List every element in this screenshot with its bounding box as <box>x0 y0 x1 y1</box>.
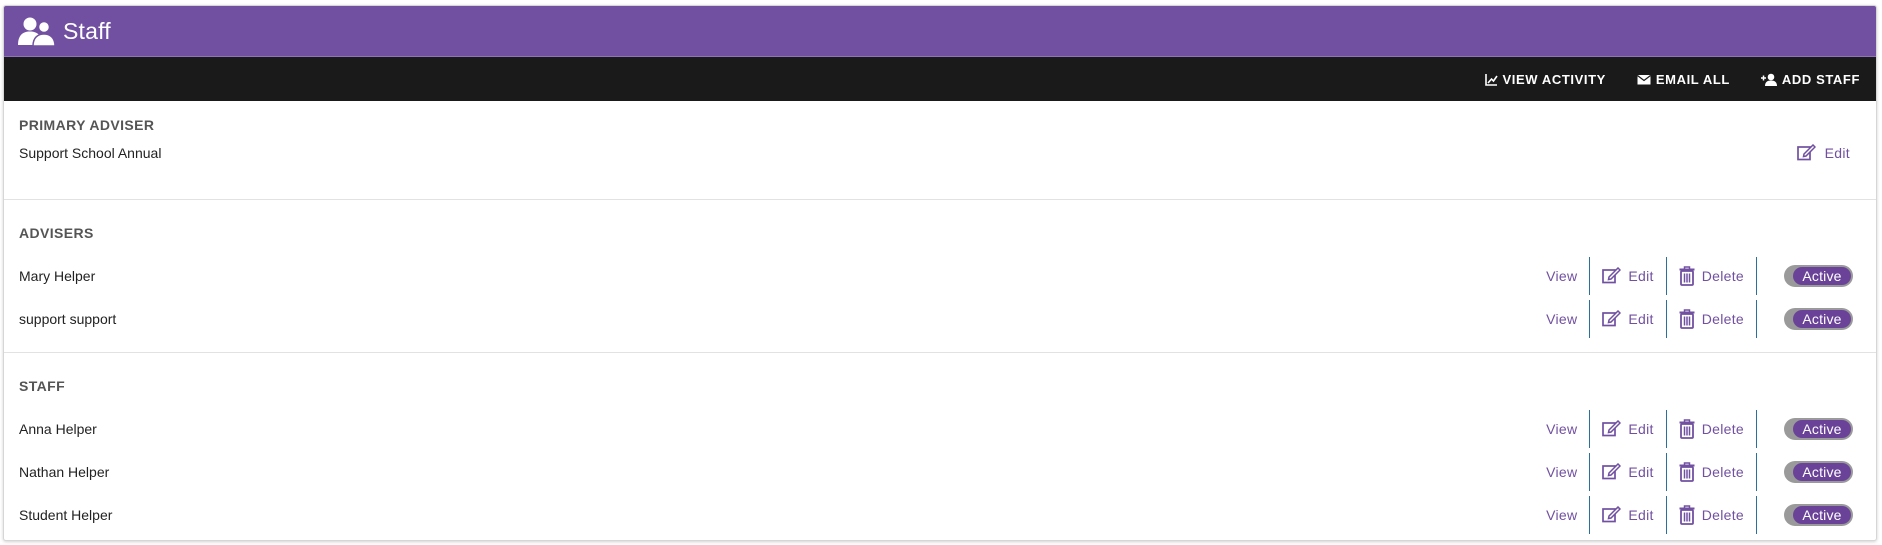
table-row: Anna Helper View Edit Delete Active <box>4 407 1876 450</box>
edit-label: Edit <box>1628 506 1654 523</box>
delete-button[interactable]: Delete <box>1667 308 1756 329</box>
status-toggle[interactable]: Active <box>1784 307 1853 330</box>
divider <box>1756 256 1757 295</box>
email-all-label: EMAIL ALL <box>1655 71 1730 87</box>
staff-name: Support School Annual <box>19 144 162 161</box>
advisers-section: ADVISERS Mary Helper View Edit Delete Ac… <box>4 200 1876 353</box>
trash-icon <box>1679 308 1695 329</box>
view-label: View <box>1546 463 1578 480</box>
trash-icon <box>1679 461 1695 482</box>
chart-icon <box>1484 73 1498 86</box>
trash-icon <box>1679 418 1695 439</box>
section-title: STAFF <box>19 378 66 394</box>
email-all-button[interactable]: EMAIL ALL <box>1637 72 1730 87</box>
add-staff-button[interactable]: ADD STAFF <box>1760 71 1860 87</box>
status-badge: Active <box>1793 266 1851 285</box>
section-title: PRIMARY ADVISER <box>19 117 155 133</box>
delete-label: Delete <box>1701 420 1744 437</box>
staff-panel: Staff VIEW ACTIVITY EMAIL ALL ADD STAFF <box>3 5 1877 541</box>
divider <box>1756 409 1757 448</box>
status-toggle[interactable]: Active <box>1784 503 1853 526</box>
edit-icon <box>1796 144 1816 161</box>
users-icon <box>18 14 58 48</box>
delete-button[interactable]: Delete <box>1667 461 1756 482</box>
edit-button[interactable]: Edit <box>1590 506 1665 523</box>
add-user-icon <box>1760 73 1777 86</box>
status-toggle[interactable]: Active <box>1784 264 1853 287</box>
staff-name: Anna Helper <box>19 420 97 437</box>
view-button[interactable]: View <box>1546 464 1577 480</box>
delete-button[interactable]: Delete <box>1667 418 1756 439</box>
status-toggle[interactable]: Active <box>1784 460 1853 483</box>
view-activity-button[interactable]: VIEW ACTIVITY <box>1484 71 1606 87</box>
edit-label: Edit <box>1824 144 1850 161</box>
edit-label: Edit <box>1628 267 1654 284</box>
edit-label: Edit <box>1628 310 1654 327</box>
table-row: Nathan Helper View Edit Delete Active <box>4 450 1876 493</box>
table-row: Support School Annual Edit <box>4 131 1876 174</box>
delete-button[interactable]: Delete <box>1667 265 1756 286</box>
panel-header: Staff <box>4 6 1876 57</box>
toolbar: VIEW ACTIVITY EMAIL ALL ADD STAFF <box>4 57 1876 101</box>
envelope-icon <box>1637 74 1651 84</box>
page-title: Staff <box>63 17 111 44</box>
edit-button[interactable]: Edit <box>1590 310 1665 327</box>
staff-name: Student Helper <box>19 506 113 523</box>
view-label: View <box>1546 420 1578 437</box>
section-title: ADVISERS <box>19 225 94 241</box>
delete-label: Delete <box>1701 267 1744 284</box>
view-label: View <box>1546 310 1578 327</box>
status-badge: Active <box>1793 309 1851 328</box>
staff-name: Mary Helper <box>19 267 96 284</box>
divider <box>1756 495 1757 534</box>
view-button[interactable]: View <box>1546 421 1577 437</box>
edit-button[interactable]: Edit <box>1590 463 1665 480</box>
view-activity-label: VIEW ACTIVITY <box>1502 71 1606 87</box>
view-button[interactable]: View <box>1546 311 1577 327</box>
delete-label: Delete <box>1701 310 1744 327</box>
view-button[interactable]: View <box>1546 507 1577 523</box>
view-label: View <box>1546 506 1578 523</box>
delete-label: Delete <box>1701 506 1744 523</box>
edit-icon <box>1602 267 1622 284</box>
delete-button[interactable]: Delete <box>1667 504 1756 525</box>
edit-button[interactable]: Edit <box>1590 267 1665 284</box>
edit-label: Edit <box>1628 420 1654 437</box>
edit-icon <box>1602 506 1622 523</box>
staff-name: support support <box>19 310 117 327</box>
delete-label: Delete <box>1701 463 1744 480</box>
view-label: View <box>1546 267 1578 284</box>
edit-icon <box>1602 310 1622 327</box>
divider <box>1756 452 1757 491</box>
status-toggle[interactable]: Active <box>1784 417 1853 440</box>
view-button[interactable]: View <box>1546 268 1577 284</box>
edit-icon <box>1602 463 1622 480</box>
staff-section: STAFF Anna Helper View Edit Delete Activ… <box>4 353 1876 540</box>
status-badge: Active <box>1793 505 1851 524</box>
trash-icon <box>1679 265 1695 286</box>
status-badge: Active <box>1793 419 1851 438</box>
trash-icon <box>1679 504 1695 525</box>
table-row: Mary Helper View Edit Delete Active <box>4 254 1876 297</box>
edit-button[interactable]: Edit <box>1590 420 1665 437</box>
primary-adviser-section: PRIMARY ADVISER Support School Annual Ed… <box>4 101 1876 200</box>
table-row: Student Helper View Edit Delete Active <box>4 493 1876 536</box>
add-staff-label: ADD STAFF <box>1781 71 1860 87</box>
divider <box>1756 299 1757 338</box>
staff-name: Nathan Helper <box>19 463 110 480</box>
edit-button[interactable]: Edit <box>1796 144 1850 161</box>
edit-label: Edit <box>1628 463 1654 480</box>
status-badge: Active <box>1793 462 1851 481</box>
table-row: support support View Edit Delete Active <box>4 297 1876 340</box>
edit-icon <box>1602 420 1622 437</box>
